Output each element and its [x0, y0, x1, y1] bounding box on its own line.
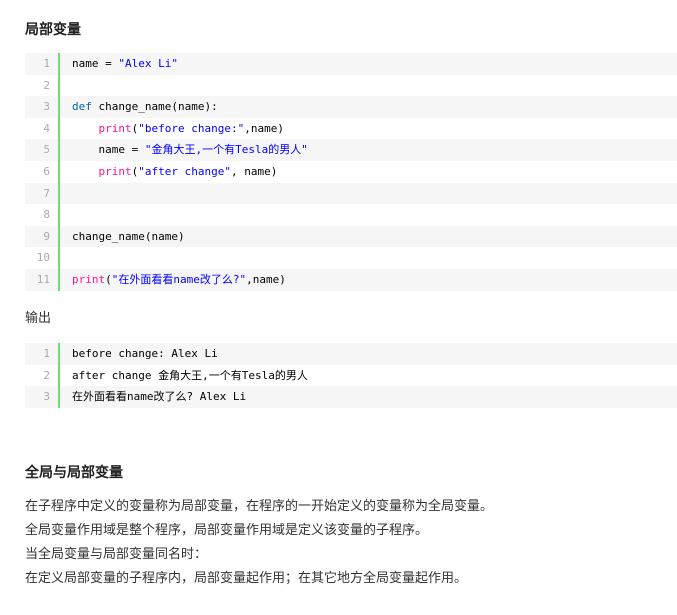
code-token: "Alex Li" — [118, 57, 178, 70]
line-gutter: 11 — [25, 268, 60, 291]
line-number: 2 — [43, 368, 50, 382]
code-token: , name) — [230, 164, 278, 178]
paragraph-3: 当全局变量与局部变量同名时： — [25, 547, 208, 562]
code-text: change_name(name) — [72, 226, 185, 248]
line-gutter: 8 — [25, 204, 60, 226]
code-line: 9 change_name(name) — [25, 225, 677, 248]
line-number: 2 — [43, 78, 50, 92]
line-gutter: 1 — [25, 343, 60, 365]
code-line: 6 print("after change", name) — [25, 160, 677, 183]
code-line: 1 name = "Alex Li" — [25, 53, 677, 75]
line-gutter: 2 — [25, 364, 60, 387]
line-gutter: 3 — [25, 96, 60, 118]
line-number: 3 — [43, 390, 50, 404]
code-text: print("在外面看看name改了么?",name) — [72, 269, 286, 291]
line-gutter: 5 — [25, 139, 60, 161]
code-line: 7 — [25, 182, 677, 205]
section-heading-local: 局部变量 — [25, 22, 81, 38]
code-token: name = — [72, 143, 145, 157]
code-token: print — [72, 272, 106, 286]
code-text: name = "金角大王,一个有Tesla的男人" — [72, 139, 308, 161]
code-text: print("after change", name) — [72, 161, 278, 183]
code-token: after change 金角大王,一个有Tesla的男人 — [72, 368, 308, 382]
code-token: "before change:" — [138, 121, 245, 135]
code-token: ,name) — [246, 272, 286, 286]
code-line: 3 def change_name(name): — [25, 96, 677, 118]
line-number: 9 — [43, 229, 50, 243]
code-text: def change_name(name): — [72, 96, 218, 118]
line-gutter: 7 — [25, 182, 60, 205]
line-number: 4 — [43, 121, 50, 135]
line-gutter: 4 — [25, 117, 60, 140]
code-token: name = — [72, 57, 119, 70]
output-label: 输出 — [25, 311, 52, 326]
code-text: name = "Alex Li" — [72, 53, 178, 75]
line-number: 1 — [43, 57, 50, 70]
line-gutter: 9 — [25, 225, 60, 248]
code-line: 11 print("在外面看看name改了么?",name) — [25, 268, 677, 291]
line-number: 10 — [36, 251, 50, 265]
code-block-output: 1 before change: Alex Li 2 after change 金角大… — [25, 343, 677, 408]
code-line: 3 在外面看看name改了么? Alex Li — [25, 386, 677, 408]
line-gutter: 2 — [25, 74, 60, 97]
line-number: 1 — [43, 347, 50, 360]
code-token: def — [72, 100, 92, 114]
line-gutter: 1 — [25, 53, 60, 75]
code-text: 在外面看看name改了么? Alex Li — [72, 386, 246, 408]
code-token: print — [98, 121, 132, 135]
code-line: 10 — [25, 247, 677, 269]
line-number: 11 — [36, 272, 50, 286]
paragraph-2: 全局变量作用域是整个程序，局部变量作用域是定义该变量的子程序。 — [25, 523, 429, 538]
code-text: before change: Alex Li — [72, 343, 218, 365]
code-token: "金角大王,一个有Tesla的男人" — [144, 143, 308, 157]
code-line: 2 — [25, 74, 677, 97]
code-line: 5 name = "金角大王,一个有Tesla的男人" — [25, 139, 677, 161]
line-number: 8 — [43, 208, 50, 222]
code-text: after change 金角大王,一个有Tesla的男人 — [72, 365, 308, 387]
code-token: 在外面看看name改了么? Alex Li — [72, 390, 247, 404]
code-line: 8 — [25, 204, 677, 226]
code-token: change_name(name): — [91, 100, 218, 114]
code-token: change_name(name) — [72, 229, 185, 243]
code-token: before change: Alex Li — [72, 347, 218, 360]
line-number: 7 — [43, 186, 50, 200]
code-token: ( — [105, 272, 112, 286]
code-token: "after change" — [138, 164, 231, 178]
line-number: 3 — [43, 100, 50, 114]
code-token: "在外面看看name改了么?" — [111, 272, 247, 286]
code-block-example: 1 name = "Alex Li" 2 3 def change_name(name)… — [25, 53, 677, 291]
code-line: 1 before change: Alex Li — [25, 343, 677, 365]
line-number: 5 — [43, 143, 50, 157]
paragraph-1: 在子程序中定义的变量称为局部变量，在程序的一开始定义的变量称为全局变量。 — [25, 499, 494, 514]
line-gutter: 10 — [25, 247, 60, 269]
paragraph-4: 在定义局部变量的子程序内，局部变量起作用；在其它地方全局变量起作用。 — [25, 571, 468, 586]
section-heading-global: 全局与局部变量 — [25, 465, 123, 481]
code-token: print — [98, 164, 132, 178]
line-gutter: 3 — [25, 386, 60, 408]
code-line: 4 print("before change:",name) — [25, 117, 677, 140]
code-text: print("before change:",name) — [72, 118, 284, 140]
line-gutter: 6 — [25, 160, 60, 183]
code-token: ,name) — [244, 121, 284, 135]
line-number: 6 — [43, 164, 50, 178]
code-line: 2 after change 金角大王,一个有Tesla的男人 — [25, 364, 677, 387]
